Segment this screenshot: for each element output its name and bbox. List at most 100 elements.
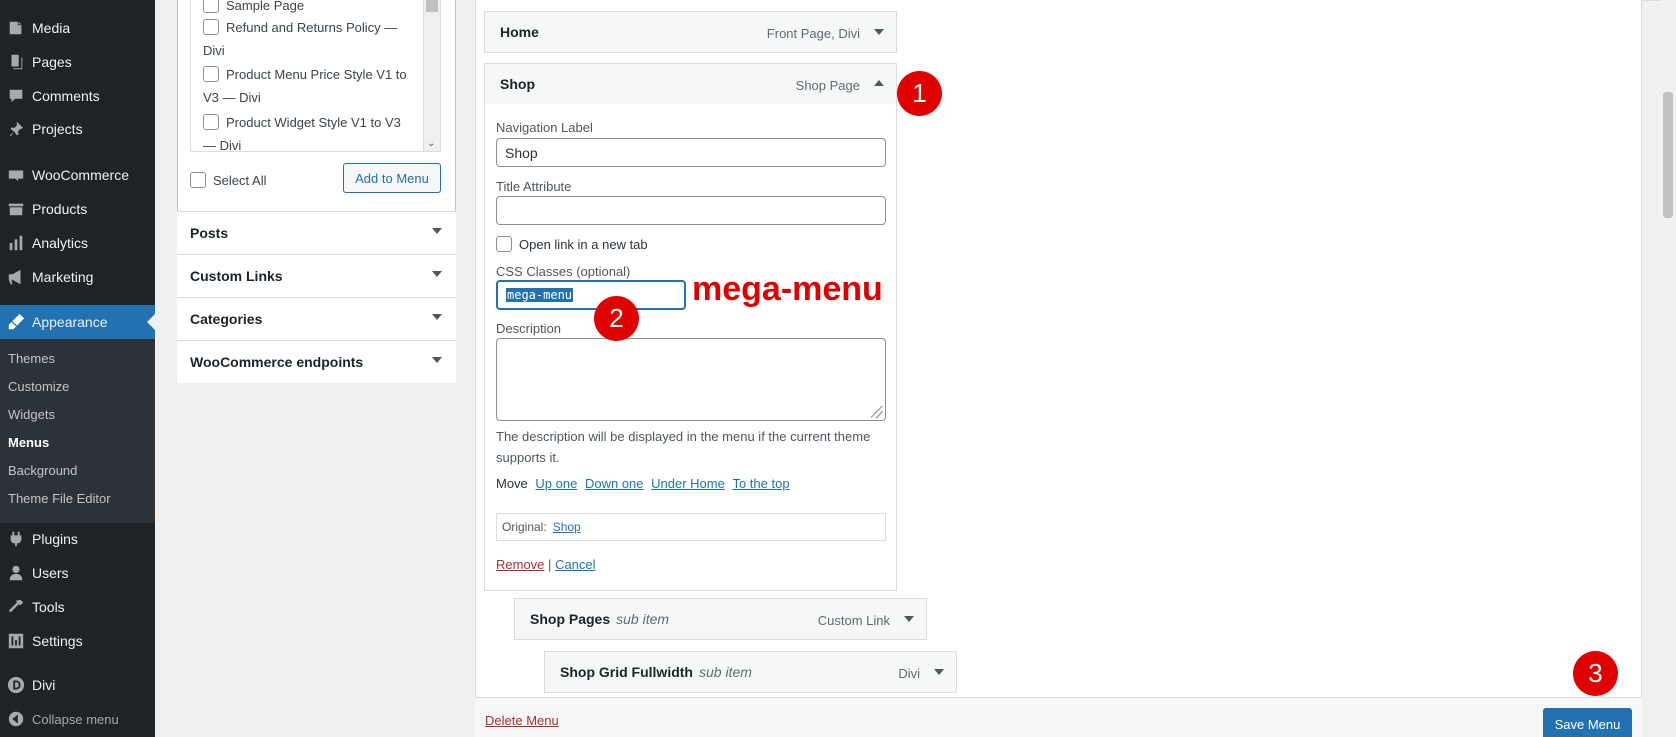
sidebar-item-marketing[interactable]: Marketing <box>0 260 155 294</box>
sidebar-item-divi[interactable]: Divi <box>0 668 155 702</box>
page-title-cont: Divi <box>203 43 225 58</box>
checkbox[interactable] <box>203 19 219 35</box>
move-under-home-link[interactable]: Under Home <box>651 476 725 491</box>
sidebar-item-appearance[interactable]: Appearance <box>0 305 155 339</box>
sidebar-item-label: Marketing <box>32 269 94 285</box>
page-scrollbar[interactable] <box>1660 0 1676 737</box>
sidebar-item-media[interactable]: Media <box>0 11 155 45</box>
sidebar-item-comments[interactable]: Comments <box>0 79 155 113</box>
checkbox[interactable] <box>203 114 219 130</box>
sidebar-item-label: Media <box>32 20 71 36</box>
divider <box>1642 0 1660 1</box>
open-new-tab[interactable]: Open link in a new tab <box>496 236 648 252</box>
accordion-categories[interactable]: Categories <box>177 297 456 340</box>
checklist-scrollbar[interactable]: ⌄ <box>423 0 440 151</box>
caret-down-icon <box>432 271 442 277</box>
sidebar-item-tools[interactable]: Tools <box>0 590 155 624</box>
expand-arrow-icon[interactable] <box>934 669 944 675</box>
expand-arrow-icon[interactable] <box>904 616 914 622</box>
woocommerce-icon <box>0 166 32 184</box>
sidebar-item-label: WooCommerce <box>32 167 129 183</box>
select-all-label: Select All <box>213 173 267 188</box>
remove-link[interactable]: Remove <box>496 557 544 572</box>
remove-cancel-row: Remove | Cancel <box>496 557 596 572</box>
menu-item-home[interactable]: Home Front Page, Divi <box>484 11 897 53</box>
move-up-one-link[interactable]: Up one <box>535 476 577 491</box>
collapse-icon <box>0 710 32 728</box>
accordion-title: Posts <box>190 225 229 241</box>
cancel-link[interactable]: Cancel <box>555 557 595 572</box>
menu-item-title: Home <box>500 24 539 40</box>
add-to-menu-button[interactable]: Add to Menu <box>343 163 441 193</box>
save-menu-button[interactable]: Save Menu <box>1543 708 1632 737</box>
select-all-checkbox[interactable] <box>190 172 206 188</box>
analytics-icon <box>0 234 32 252</box>
sidebar-item-projects[interactable]: Projects <box>0 112 155 146</box>
caret-down-icon <box>432 228 442 234</box>
menu-item-type: Custom Link <box>817 613 890 628</box>
sidebar-item-pages[interactable]: Pages <box>0 45 155 79</box>
scrollbar-thumb[interactable] <box>426 0 438 12</box>
move-down-one-link[interactable]: Down one <box>585 476 644 491</box>
page-checkbox-item[interactable]: Sample Page <box>203 0 413 17</box>
submenu-item-customize[interactable]: Customize <box>8 379 69 394</box>
original-shop-link[interactable]: Shop <box>553 520 581 534</box>
select-all[interactable]: Select All <box>190 172 266 188</box>
menu-item-shop-pages[interactable]: Shop Pages sub item Custom Link <box>514 598 927 640</box>
page-checkbox-item[interactable]: Product Menu Price Style V1 to V3 — Divi <box>203 63 413 109</box>
delete-menu-link[interactable]: Delete Menu <box>485 713 559 728</box>
users-icon <box>0 564 32 582</box>
expand-arrow-icon[interactable] <box>874 29 884 35</box>
description-textarea[interactable] <box>496 338 886 421</box>
title-attribute-input[interactable] <box>496 196 886 225</box>
css-classes-input[interactable]: mega-menu <box>496 280 686 310</box>
menu-item-shop[interactable]: Shop Shop Page <box>484 63 897 105</box>
open-new-tab-checkbox[interactable] <box>496 236 512 252</box>
sidebar-item-woocommerce[interactable]: WooCommerce <box>0 158 155 192</box>
sidebar-item-label: Products <box>32 201 88 217</box>
submenu-item-themes[interactable]: Themes <box>8 351 55 366</box>
submenu-item-widgets[interactable]: Widgets <box>8 407 55 422</box>
menu-item-title: Shop Pages <box>530 611 611 627</box>
menu-item-title: Shop <box>500 76 535 92</box>
move-to-top-link[interactable]: To the top <box>732 476 789 491</box>
scrollbar-thumb[interactable] <box>1663 92 1673 218</box>
checkbox[interactable] <box>203 0 219 13</box>
sidebar-item-plugins[interactable]: Plugins <box>0 522 155 556</box>
sidebar-item-label: Settings <box>32 633 83 649</box>
menu-item-type: Divi <box>898 666 920 681</box>
collapse-arrow-icon[interactable] <box>874 80 884 86</box>
description-note: The description will be displayed in the… <box>496 429 871 465</box>
original-label: Original: <box>502 520 547 534</box>
page-title: Refund and Returns Policy — <box>226 20 398 35</box>
sidebar-item-analytics[interactable]: Analytics <box>0 226 155 260</box>
admin-sidebar: Media Pages Comments Projects WooCommerc… <box>0 0 155 737</box>
accordion-woocommerce-endpoints[interactable]: WooCommerce endpoints <box>177 340 456 383</box>
caret-down-icon <box>432 357 442 363</box>
menu-item-title: Shop Grid Fullwidth <box>560 664 693 680</box>
accordion-posts[interactable]: Posts <box>177 211 456 254</box>
page-checkbox-item[interactable]: Refund and Returns Policy — Divi <box>203 16 413 62</box>
submenu-item-background[interactable]: Background <box>8 463 77 478</box>
sub-item-tag: sub item <box>616 611 670 627</box>
products-icon <box>0 200 32 218</box>
accordion-custom-links[interactable]: Custom Links <box>177 254 456 297</box>
checkbox[interactable] <box>203 66 219 82</box>
sidebar-item-products[interactable]: Products <box>0 192 155 226</box>
scroll-down-icon[interactable]: ⌄ <box>427 138 435 149</box>
current-menu-arrow <box>147 314 155 330</box>
description-title: Description <box>496 321 562 336</box>
navigation-label-input[interactable]: Shop <box>496 138 886 167</box>
menu-item-shop-grid-fullwidth[interactable]: Shop Grid Fullwidth sub item Divi <box>544 651 957 693</box>
sidebar-item-users[interactable]: Users <box>0 556 155 590</box>
annotation-step-2: 2 <box>594 296 639 341</box>
sidebar-item-label: Projects <box>32 121 83 137</box>
sidebar-item-settings[interactable]: Settings <box>0 624 155 658</box>
collapse-menu-button[interactable]: Collapse menu <box>0 702 155 736</box>
resize-handle-icon[interactable] <box>871 406 883 418</box>
page-checkbox-item[interactable]: Product Widget Style V1 to V3 — Divi <box>203 111 413 151</box>
submenu-item-theme-file-editor[interactable]: Theme File Editor <box>8 491 111 506</box>
submenu-item-menus[interactable]: Menus <box>8 435 49 450</box>
accordion-title: Categories <box>190 311 263 327</box>
sidebar-item-label: Divi <box>32 677 56 693</box>
